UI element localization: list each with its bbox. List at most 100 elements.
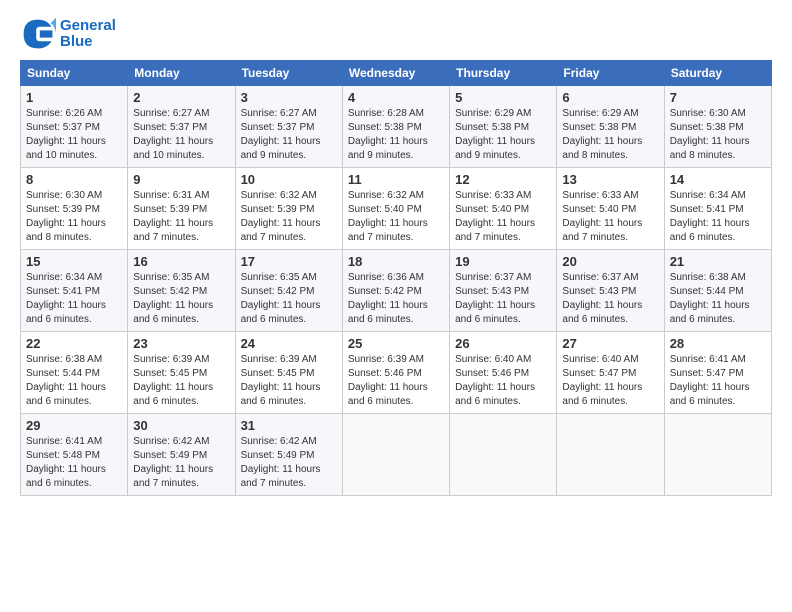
day-number: 26 bbox=[455, 336, 551, 351]
day-number: 14 bbox=[670, 172, 766, 187]
day-number: 17 bbox=[241, 254, 337, 269]
calendar-header-monday: Monday bbox=[128, 61, 235, 86]
day-number: 22 bbox=[26, 336, 122, 351]
day-number: 10 bbox=[241, 172, 337, 187]
day-info: Sunrise: 6:31 AM Sunset: 5:39 PM Dayligh… bbox=[133, 189, 229, 245]
day-info: Sunrise: 6:33 AM Sunset: 5:40 PM Dayligh… bbox=[455, 189, 551, 245]
calendar-cell: 4 Sunrise: 6:28 AM Sunset: 5:38 PM Dayli… bbox=[342, 86, 449, 168]
day-number: 7 bbox=[670, 90, 766, 105]
calendar-cell bbox=[557, 414, 664, 496]
day-info: Sunrise: 6:40 AM Sunset: 5:47 PM Dayligh… bbox=[562, 353, 658, 409]
day-info: Sunrise: 6:37 AM Sunset: 5:43 PM Dayligh… bbox=[455, 271, 551, 327]
logo: General Blue bbox=[20, 16, 116, 52]
header: General Blue bbox=[20, 16, 772, 52]
day-info: Sunrise: 6:27 AM Sunset: 5:37 PM Dayligh… bbox=[241, 107, 337, 163]
calendar-cell: 23 Sunrise: 6:39 AM Sunset: 5:45 PM Dayl… bbox=[128, 332, 235, 414]
calendar-header-row: SundayMondayTuesdayWednesdayThursdayFrid… bbox=[21, 61, 772, 86]
calendar-cell: 15 Sunrise: 6:34 AM Sunset: 5:41 PM Dayl… bbox=[21, 250, 128, 332]
day-info: Sunrise: 6:41 AM Sunset: 5:47 PM Dayligh… bbox=[670, 353, 766, 409]
calendar-header-sunday: Sunday bbox=[21, 61, 128, 86]
day-number: 24 bbox=[241, 336, 337, 351]
calendar-header-thursday: Thursday bbox=[450, 61, 557, 86]
day-number: 11 bbox=[348, 172, 444, 187]
calendar-cell: 24 Sunrise: 6:39 AM Sunset: 5:45 PM Dayl… bbox=[235, 332, 342, 414]
logo-icon bbox=[20, 16, 56, 52]
day-number: 8 bbox=[26, 172, 122, 187]
calendar-header-friday: Friday bbox=[557, 61, 664, 86]
calendar-cell: 19 Sunrise: 6:37 AM Sunset: 5:43 PM Dayl… bbox=[450, 250, 557, 332]
day-info: Sunrise: 6:29 AM Sunset: 5:38 PM Dayligh… bbox=[455, 107, 551, 163]
day-number: 25 bbox=[348, 336, 444, 351]
calendar-cell: 17 Sunrise: 6:35 AM Sunset: 5:42 PM Dayl… bbox=[235, 250, 342, 332]
calendar-cell: 8 Sunrise: 6:30 AM Sunset: 5:39 PM Dayli… bbox=[21, 168, 128, 250]
day-info: Sunrise: 6:39 AM Sunset: 5:45 PM Dayligh… bbox=[241, 353, 337, 409]
calendar-cell: 2 Sunrise: 6:27 AM Sunset: 5:37 PM Dayli… bbox=[128, 86, 235, 168]
calendar-table: SundayMondayTuesdayWednesdayThursdayFrid… bbox=[20, 60, 772, 496]
calendar-cell: 1 Sunrise: 6:26 AM Sunset: 5:37 PM Dayli… bbox=[21, 86, 128, 168]
day-number: 5 bbox=[455, 90, 551, 105]
calendar-week-3: 15 Sunrise: 6:34 AM Sunset: 5:41 PM Dayl… bbox=[21, 250, 772, 332]
day-number: 16 bbox=[133, 254, 229, 269]
calendar-cell: 29 Sunrise: 6:41 AM Sunset: 5:48 PM Dayl… bbox=[21, 414, 128, 496]
day-number: 23 bbox=[133, 336, 229, 351]
day-info: Sunrise: 6:32 AM Sunset: 5:39 PM Dayligh… bbox=[241, 189, 337, 245]
calendar-cell bbox=[450, 414, 557, 496]
calendar-cell: 11 Sunrise: 6:32 AM Sunset: 5:40 PM Dayl… bbox=[342, 168, 449, 250]
day-info: Sunrise: 6:38 AM Sunset: 5:44 PM Dayligh… bbox=[26, 353, 122, 409]
day-info: Sunrise: 6:42 AM Sunset: 5:49 PM Dayligh… bbox=[241, 435, 337, 491]
calendar-week-1: 1 Sunrise: 6:26 AM Sunset: 5:37 PM Dayli… bbox=[21, 86, 772, 168]
day-info: Sunrise: 6:33 AM Sunset: 5:40 PM Dayligh… bbox=[562, 189, 658, 245]
day-number: 12 bbox=[455, 172, 551, 187]
day-info: Sunrise: 6:26 AM Sunset: 5:37 PM Dayligh… bbox=[26, 107, 122, 163]
calendar-week-5: 29 Sunrise: 6:41 AM Sunset: 5:48 PM Dayl… bbox=[21, 414, 772, 496]
day-number: 21 bbox=[670, 254, 766, 269]
calendar-header-wednesday: Wednesday bbox=[342, 61, 449, 86]
day-info: Sunrise: 6:27 AM Sunset: 5:37 PM Dayligh… bbox=[133, 107, 229, 163]
day-number: 4 bbox=[348, 90, 444, 105]
calendar-cell: 25 Sunrise: 6:39 AM Sunset: 5:46 PM Dayl… bbox=[342, 332, 449, 414]
day-number: 30 bbox=[133, 418, 229, 433]
calendar-cell: 7 Sunrise: 6:30 AM Sunset: 5:38 PM Dayli… bbox=[664, 86, 771, 168]
day-number: 29 bbox=[26, 418, 122, 433]
calendar-cell: 9 Sunrise: 6:31 AM Sunset: 5:39 PM Dayli… bbox=[128, 168, 235, 250]
day-number: 28 bbox=[670, 336, 766, 351]
calendar-cell: 6 Sunrise: 6:29 AM Sunset: 5:38 PM Dayli… bbox=[557, 86, 664, 168]
day-info: Sunrise: 6:34 AM Sunset: 5:41 PM Dayligh… bbox=[26, 271, 122, 327]
day-info: Sunrise: 6:30 AM Sunset: 5:39 PM Dayligh… bbox=[26, 189, 122, 245]
day-number: 27 bbox=[562, 336, 658, 351]
day-info: Sunrise: 6:39 AM Sunset: 5:45 PM Dayligh… bbox=[133, 353, 229, 409]
day-number: 3 bbox=[241, 90, 337, 105]
day-number: 20 bbox=[562, 254, 658, 269]
day-info: Sunrise: 6:41 AM Sunset: 5:48 PM Dayligh… bbox=[26, 435, 122, 491]
day-info: Sunrise: 6:30 AM Sunset: 5:38 PM Dayligh… bbox=[670, 107, 766, 163]
logo-text: General Blue bbox=[60, 18, 116, 51]
calendar-cell: 3 Sunrise: 6:27 AM Sunset: 5:37 PM Dayli… bbox=[235, 86, 342, 168]
day-info: Sunrise: 6:40 AM Sunset: 5:46 PM Dayligh… bbox=[455, 353, 551, 409]
day-info: Sunrise: 6:36 AM Sunset: 5:42 PM Dayligh… bbox=[348, 271, 444, 327]
day-number: 18 bbox=[348, 254, 444, 269]
calendar-cell: 14 Sunrise: 6:34 AM Sunset: 5:41 PM Dayl… bbox=[664, 168, 771, 250]
day-number: 2 bbox=[133, 90, 229, 105]
calendar-cell bbox=[664, 414, 771, 496]
day-number: 1 bbox=[26, 90, 122, 105]
day-number: 31 bbox=[241, 418, 337, 433]
calendar-cell: 21 Sunrise: 6:38 AM Sunset: 5:44 PM Dayl… bbox=[664, 250, 771, 332]
calendar-cell: 13 Sunrise: 6:33 AM Sunset: 5:40 PM Dayl… bbox=[557, 168, 664, 250]
calendar-cell: 30 Sunrise: 6:42 AM Sunset: 5:49 PM Dayl… bbox=[128, 414, 235, 496]
day-info: Sunrise: 6:39 AM Sunset: 5:46 PM Dayligh… bbox=[348, 353, 444, 409]
day-number: 6 bbox=[562, 90, 658, 105]
calendar-header-tuesday: Tuesday bbox=[235, 61, 342, 86]
calendar-cell: 20 Sunrise: 6:37 AM Sunset: 5:43 PM Dayl… bbox=[557, 250, 664, 332]
calendar-week-2: 8 Sunrise: 6:30 AM Sunset: 5:39 PM Dayli… bbox=[21, 168, 772, 250]
day-number: 15 bbox=[26, 254, 122, 269]
calendar-cell: 16 Sunrise: 6:35 AM Sunset: 5:42 PM Dayl… bbox=[128, 250, 235, 332]
calendar-cell: 26 Sunrise: 6:40 AM Sunset: 5:46 PM Dayl… bbox=[450, 332, 557, 414]
calendar-cell: 12 Sunrise: 6:33 AM Sunset: 5:40 PM Dayl… bbox=[450, 168, 557, 250]
calendar-cell: 18 Sunrise: 6:36 AM Sunset: 5:42 PM Dayl… bbox=[342, 250, 449, 332]
day-info: Sunrise: 6:42 AM Sunset: 5:49 PM Dayligh… bbox=[133, 435, 229, 491]
calendar-header-saturday: Saturday bbox=[664, 61, 771, 86]
day-info: Sunrise: 6:38 AM Sunset: 5:44 PM Dayligh… bbox=[670, 271, 766, 327]
day-info: Sunrise: 6:35 AM Sunset: 5:42 PM Dayligh… bbox=[133, 271, 229, 327]
day-info: Sunrise: 6:35 AM Sunset: 5:42 PM Dayligh… bbox=[241, 271, 337, 327]
day-info: Sunrise: 6:34 AM Sunset: 5:41 PM Dayligh… bbox=[670, 189, 766, 245]
